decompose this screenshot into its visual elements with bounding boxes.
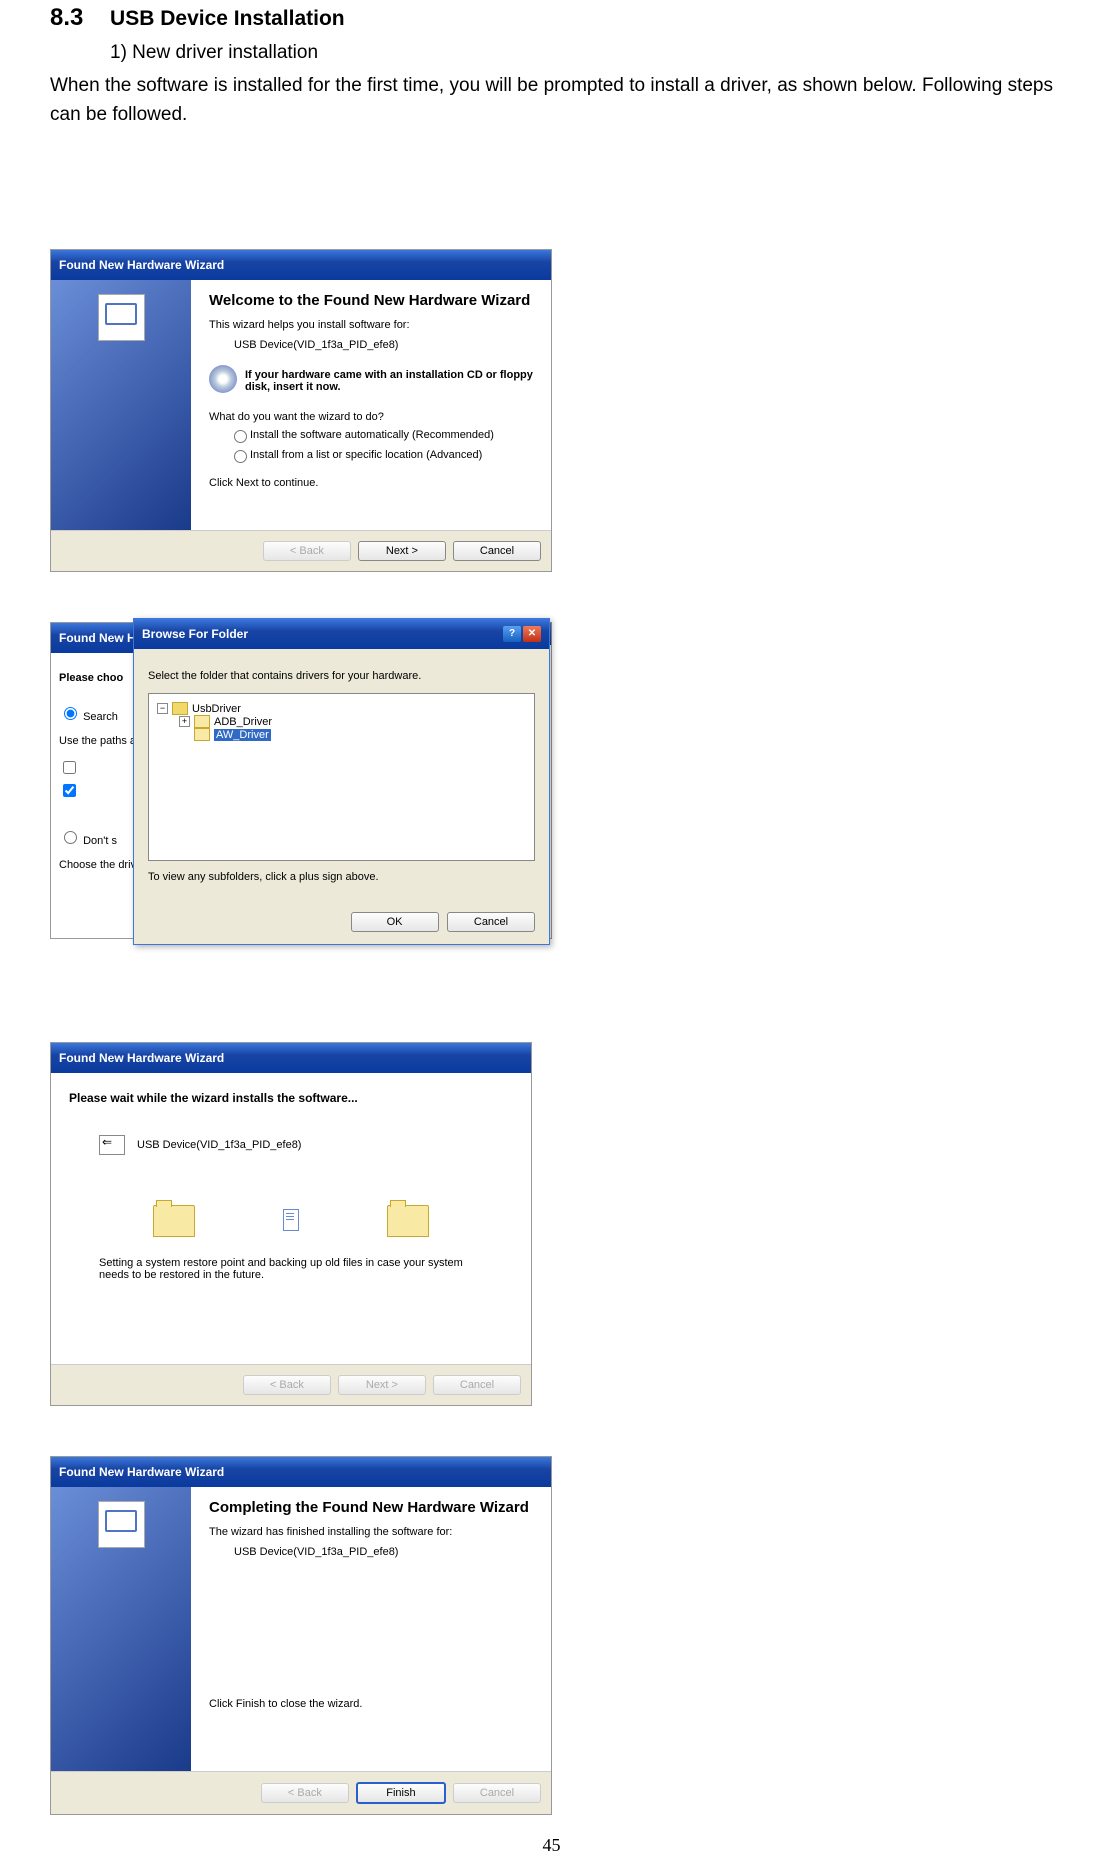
usb-icon — [99, 1135, 125, 1155]
radio-dont-search[interactable] — [64, 831, 77, 844]
section-number: 8.3 — [50, 4, 83, 31]
intro-paragraph: When the software is installed for the f… — [50, 72, 1053, 129]
finish-instruction: Click Finish to close the wizard. — [209, 1698, 533, 1710]
wizard-intro-text: This wizard helps you install software f… — [209, 319, 533, 331]
folder-from-icon — [153, 1205, 195, 1237]
continue-text: Click Next to continue. — [209, 477, 533, 489]
back-button: < Back — [263, 541, 351, 561]
radio-advanced-label: Install from a list or specific location… — [250, 449, 482, 461]
hardware-icon — [98, 1501, 145, 1548]
folder-icon — [172, 702, 188, 715]
radio-auto[interactable] — [234, 430, 247, 443]
folder-to-icon — [387, 1205, 429, 1237]
document-icon — [283, 1209, 299, 1231]
titlebar: Found New Hardware Wizard — [51, 1043, 531, 1073]
ok-button[interactable]: OK — [351, 912, 439, 932]
folder-adb[interactable]: ADB_Driver — [214, 716, 272, 728]
wizard-dialog-1: Found New Hardware Wizard Welcome to the… — [50, 249, 552, 572]
tree-tip: To view any subfolders, click a plus sig… — [148, 871, 535, 883]
back-button: < Back — [243, 1375, 331, 1395]
checkbox-1[interactable] — [63, 761, 76, 774]
finished-text: The wizard has finished installing the s… — [209, 1526, 533, 1538]
wizard-dialog-3: Found New Hardware Wizard Please wait wh… — [50, 1042, 532, 1406]
radio-search-label: Search — [83, 711, 118, 723]
help-icon[interactable]: ? — [503, 626, 521, 642]
cancel-button: Cancel — [433, 1375, 521, 1395]
wizard-heading: Welcome to the Found New Hardware Wizard — [209, 292, 533, 309]
tree-collapse-icon[interactable]: − — [157, 703, 168, 714]
section-title: USB Device Installation — [110, 7, 345, 30]
radio-auto-label: Install the software automatically (Reco… — [250, 429, 494, 441]
wizard-dialog-4: Found New Hardware Wizard Completing the… — [50, 1456, 552, 1815]
folder-icon — [194, 728, 210, 741]
wizard-sidebar — [51, 1487, 191, 1771]
titlebar: Found New Hardware Wizard — [51, 250, 551, 280]
restore-point-text: Setting a system restore point and backi… — [99, 1257, 483, 1281]
wizard-question: What do you want the wizard to do? — [209, 411, 533, 423]
hardware-icon — [98, 294, 145, 341]
install-wait-text: Please wait while the wizard installs th… — [69, 1091, 513, 1105]
cd-icon — [209, 365, 237, 393]
wizard-heading: Completing the Found New Hardware Wizard — [209, 1499, 533, 1516]
device-name: USB Device(VID_1f3a_PID_efe8) — [137, 1139, 301, 1151]
cancel-button: Cancel — [453, 1783, 541, 1803]
device-name: USB Device(VID_1f3a_PID_efe8) — [234, 1546, 533, 1558]
wizard-sidebar — [51, 280, 191, 530]
browse-title: Browse For Folder — [142, 627, 248, 641]
cancel-button[interactable]: Cancel — [453, 541, 541, 561]
browse-instruction: Select the folder that contains drivers … — [148, 670, 535, 682]
titlebar: Found New Hardware Wizard — [51, 1457, 551, 1487]
checkbox-2[interactable] — [63, 784, 76, 797]
section-heading: 8.3 USB Device Installation — [50, 4, 1053, 32]
close-icon[interactable]: ✕ — [523, 626, 541, 642]
folder-usbdriver[interactable]: UsbDriver — [192, 703, 241, 715]
subheading-1: 1) New driver installation — [110, 42, 1053, 64]
next-button[interactable]: Next > — [358, 541, 446, 561]
folder-aw-selected[interactable]: AW_Driver — [214, 729, 271, 741]
next-button: Next > — [338, 1375, 426, 1395]
folder-icon — [194, 715, 210, 728]
page-number: 45 — [50, 1835, 1053, 1856]
tree-expand-icon[interactable]: + — [179, 716, 190, 727]
device-name: USB Device(VID_1f3a_PID_efe8) — [234, 339, 533, 351]
radio-advanced[interactable] — [234, 450, 247, 463]
browse-folder-dialog: Browse For Folder ? ✕ Select the folder … — [133, 618, 550, 945]
cancel-button[interactable]: Cancel — [447, 912, 535, 932]
folder-tree[interactable]: − UsbDriver + ADB_Driver AW_Driver — [148, 693, 535, 861]
radio-dont-label: Don't s — [83, 835, 117, 847]
wizard-dialog-2-group: Found New Ha Please choo Search Use the … — [50, 622, 550, 942]
radio-search[interactable] — [64, 707, 77, 720]
finish-button[interactable]: Finish — [356, 1782, 446, 1804]
cd-instruction: If your hardware came with an installati… — [245, 369, 533, 393]
back-button: < Back — [261, 1783, 349, 1803]
